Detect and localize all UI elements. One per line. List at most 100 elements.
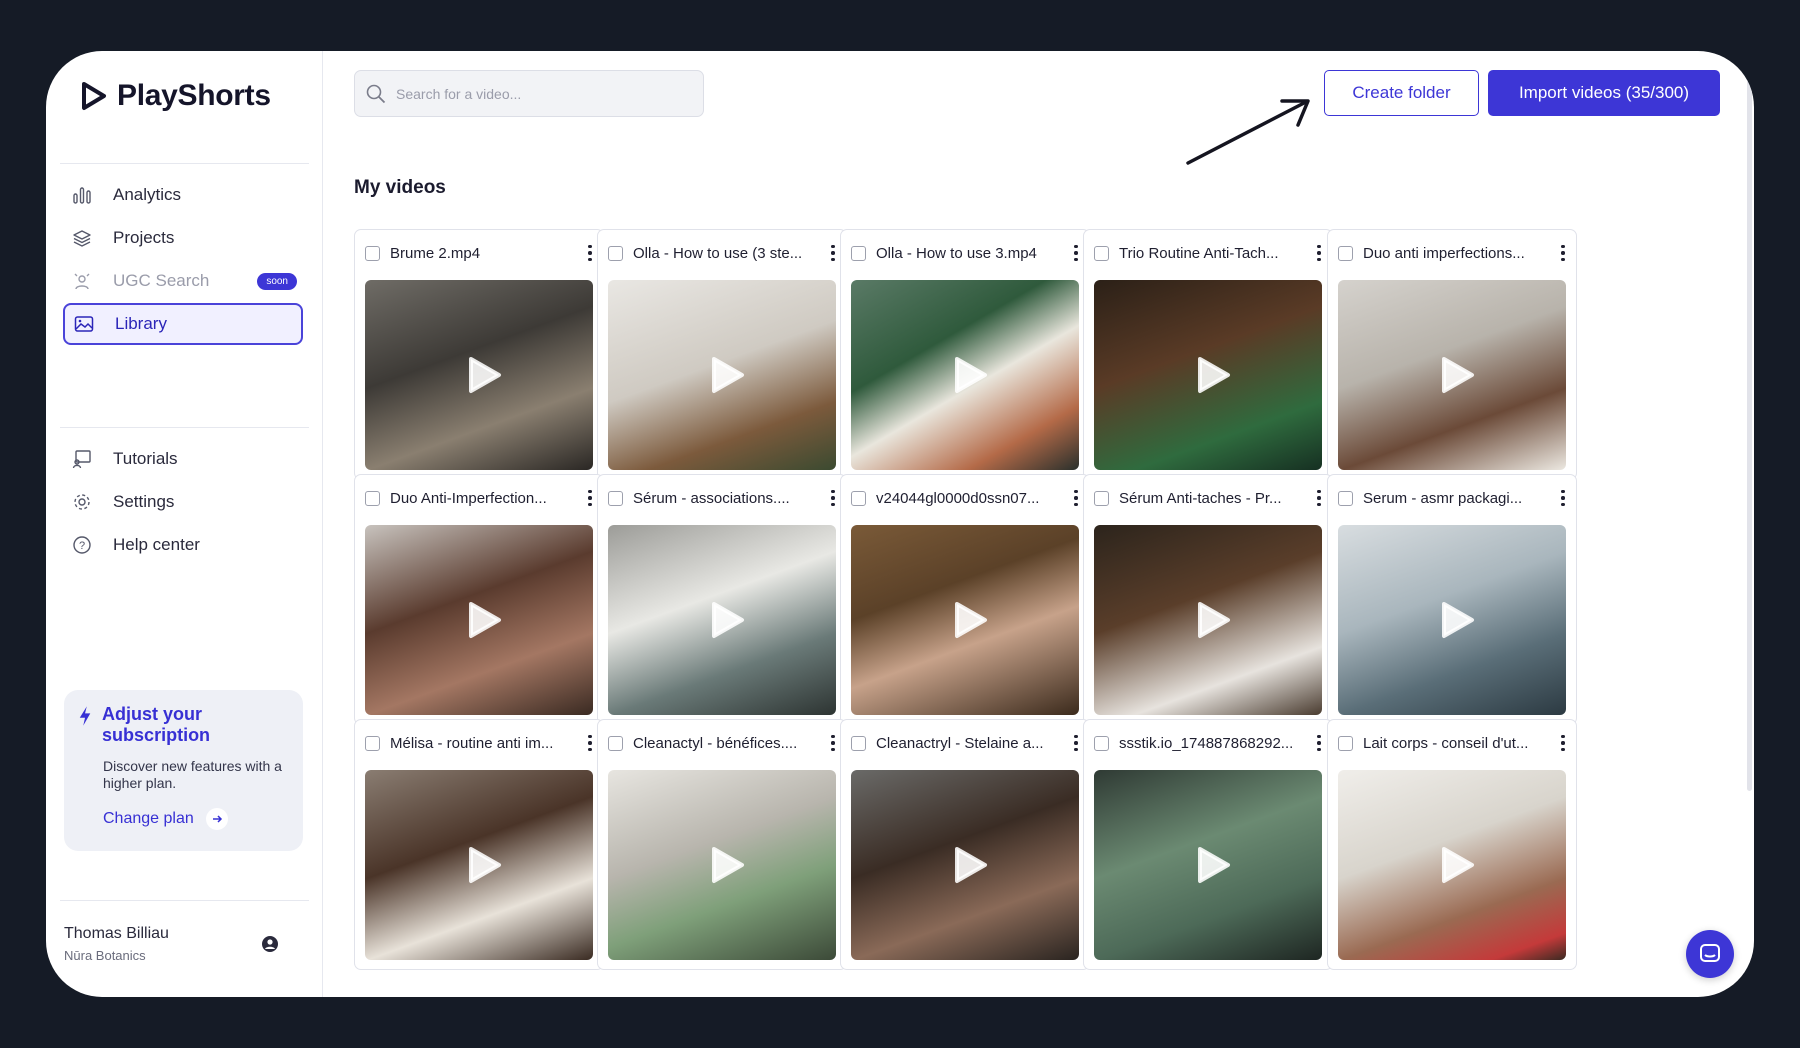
video-title: Duo Anti-Imperfection... bbox=[390, 489, 547, 507]
play-icon bbox=[469, 357, 501, 393]
nav-settings[interactable]: Settings bbox=[63, 481, 303, 523]
scrollbar[interactable] bbox=[1747, 71, 1752, 791]
play-icon bbox=[1198, 357, 1230, 393]
select-checkbox[interactable] bbox=[851, 735, 866, 751]
more-options-icon[interactable] bbox=[1069, 244, 1083, 262]
video-thumbnail[interactable] bbox=[365, 770, 593, 960]
more-options-icon[interactable] bbox=[1312, 734, 1326, 752]
play-icon bbox=[1442, 357, 1474, 393]
more-options-icon[interactable] bbox=[1069, 489, 1083, 507]
video-card[interactable]: Lait corps - conseil d'ut... bbox=[1327, 719, 1577, 970]
video-card[interactable]: Cleanactryl - Stelaine a... bbox=[840, 719, 1090, 970]
video-thumbnail[interactable] bbox=[1094, 770, 1322, 960]
more-options-icon[interactable] bbox=[583, 489, 597, 507]
nav-ugc-search[interactable]: UGC Search soon bbox=[63, 260, 303, 302]
select-checkbox[interactable] bbox=[1094, 245, 1109, 261]
change-plan-link[interactable]: Change plan bbox=[103, 808, 289, 830]
more-options-icon[interactable] bbox=[1556, 489, 1570, 507]
nav-label: Projects bbox=[113, 228, 175, 247]
video-thumbnail[interactable] bbox=[851, 770, 1079, 960]
create-folder-button[interactable]: Create folder bbox=[1324, 70, 1479, 116]
user-org: Nūra Botanics bbox=[64, 948, 146, 963]
select-checkbox[interactable] bbox=[365, 735, 380, 751]
more-options-icon[interactable] bbox=[1556, 244, 1570, 262]
account-icon[interactable] bbox=[261, 935, 279, 953]
bar-chart-icon bbox=[71, 184, 93, 206]
video-title: v24044gl0000d0ssn07... bbox=[876, 489, 1040, 507]
import-videos-button[interactable]: Import videos (35/300) bbox=[1488, 70, 1720, 116]
select-checkbox[interactable] bbox=[608, 490, 623, 506]
play-icon bbox=[712, 602, 744, 638]
divider bbox=[60, 427, 309, 428]
video-card[interactable]: Duo Anti-Imperfection... bbox=[354, 474, 604, 725]
play-icon bbox=[955, 602, 987, 638]
more-options-icon[interactable] bbox=[1312, 244, 1326, 262]
chat-button[interactable] bbox=[1686, 930, 1734, 978]
select-checkbox[interactable] bbox=[365, 245, 380, 261]
nav-library[interactable]: Library bbox=[63, 303, 303, 345]
select-checkbox[interactable] bbox=[608, 245, 623, 261]
select-checkbox[interactable] bbox=[1338, 735, 1353, 751]
svg-text:?: ? bbox=[79, 540, 85, 552]
play-icon bbox=[955, 847, 987, 883]
video-card[interactable]: Cleanactyl - bénéfices.... bbox=[597, 719, 847, 970]
video-thumbnail[interactable] bbox=[1094, 280, 1322, 470]
change-plan-label: Change plan bbox=[103, 810, 194, 827]
more-options-icon[interactable] bbox=[583, 244, 597, 262]
video-card[interactable]: Sérum - associations.... bbox=[597, 474, 847, 725]
video-thumbnail[interactable] bbox=[365, 525, 593, 715]
video-thumbnail[interactable] bbox=[365, 280, 593, 470]
user-profile: Thomas Billiau Nūra Botanics bbox=[64, 925, 169, 963]
video-thumbnail[interactable] bbox=[1094, 525, 1322, 715]
nav-label: UGC Search bbox=[113, 271, 210, 290]
video-card[interactable]: Olla - How to use 3.mp4 bbox=[840, 229, 1090, 480]
select-checkbox[interactable] bbox=[365, 490, 380, 506]
select-checkbox[interactable] bbox=[851, 490, 866, 506]
nav-tutorials[interactable]: Tutorials bbox=[63, 438, 303, 480]
video-thumbnail[interactable] bbox=[851, 525, 1079, 715]
video-card[interactable]: Trio Routine Anti-Tach... bbox=[1083, 229, 1333, 480]
select-checkbox[interactable] bbox=[1094, 490, 1109, 506]
more-options-icon[interactable] bbox=[826, 734, 840, 752]
select-checkbox[interactable] bbox=[1338, 490, 1353, 506]
more-options-icon[interactable] bbox=[1556, 734, 1570, 752]
video-card[interactable]: ssstik.io_174887868292... bbox=[1083, 719, 1333, 970]
select-checkbox[interactable] bbox=[1094, 735, 1109, 751]
search-box[interactable] bbox=[354, 70, 704, 117]
upgrade-description: Discover new features with a higher plan… bbox=[103, 758, 282, 791]
upgrade-card: Adjust your subscription Discover new fe… bbox=[64, 690, 303, 851]
video-card[interactable]: Mélisa - routine anti im... bbox=[354, 719, 604, 970]
video-card[interactable]: Olla - How to use (3 ste... bbox=[597, 229, 847, 480]
video-thumbnail[interactable] bbox=[608, 770, 836, 960]
more-options-icon[interactable] bbox=[826, 244, 840, 262]
presentation-icon bbox=[71, 448, 93, 470]
nav-help-center[interactable]: ? Help center bbox=[63, 524, 303, 566]
video-card[interactable]: Brume 2.mp4 bbox=[354, 229, 604, 480]
select-checkbox[interactable] bbox=[608, 735, 623, 751]
app-window: PlayShorts Analytics Projects UGC Search… bbox=[46, 51, 1754, 997]
video-card[interactable]: Duo anti imperfections... bbox=[1327, 229, 1577, 480]
video-card[interactable]: v24044gl0000d0ssn07... bbox=[840, 474, 1090, 725]
video-thumbnail[interactable] bbox=[608, 280, 836, 470]
more-options-icon[interactable] bbox=[826, 489, 840, 507]
select-checkbox[interactable] bbox=[1338, 245, 1353, 261]
video-thumbnail[interactable] bbox=[1338, 770, 1566, 960]
search-icon bbox=[366, 84, 386, 103]
more-options-icon[interactable] bbox=[583, 734, 597, 752]
divider bbox=[60, 163, 309, 164]
video-thumbnail[interactable] bbox=[1338, 525, 1566, 715]
video-card[interactable]: Sérum Anti-taches - Pr... bbox=[1083, 474, 1333, 725]
video-card[interactable]: Serum - asmr packagi... bbox=[1327, 474, 1577, 725]
select-checkbox[interactable] bbox=[851, 245, 866, 261]
more-options-icon[interactable] bbox=[1069, 734, 1083, 752]
user-name: Thomas Billiau bbox=[64, 925, 169, 942]
video-thumbnail[interactable] bbox=[851, 280, 1079, 470]
more-options-icon[interactable] bbox=[1312, 489, 1326, 507]
video-thumbnail[interactable] bbox=[608, 525, 836, 715]
nav-analytics[interactable]: Analytics bbox=[63, 174, 303, 216]
logo[interactable]: PlayShorts bbox=[81, 79, 271, 113]
video-thumbnail[interactable] bbox=[1338, 280, 1566, 470]
video-title: Mélisa - routine anti im... bbox=[390, 734, 554, 752]
nav-projects[interactable]: Projects bbox=[63, 217, 303, 259]
search-input[interactable] bbox=[396, 85, 676, 102]
